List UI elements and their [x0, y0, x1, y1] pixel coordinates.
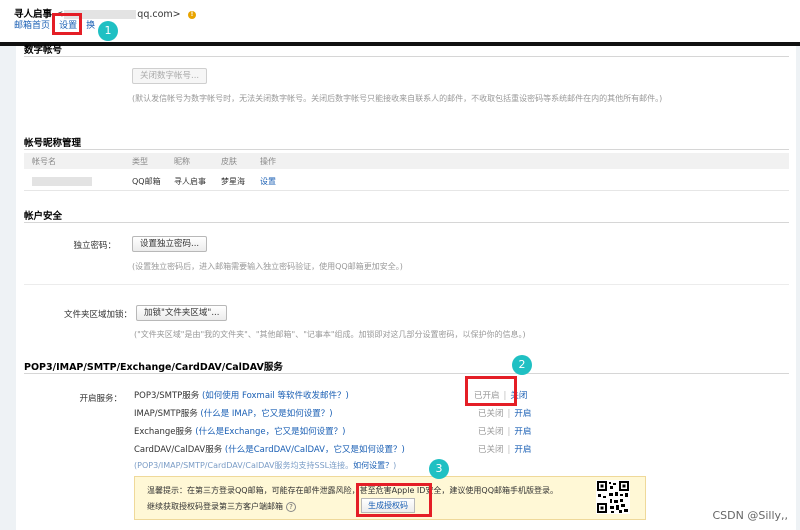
qr-code-icon [596, 480, 630, 514]
alias-title: 帐号昵称管理 [24, 138, 82, 149]
nav-sep: | [80, 21, 84, 31]
status-sep: | [507, 427, 511, 437]
service-help-link[interactable]: (什么是CardDAV/CalDAV，它又是如何设置？) [225, 445, 405, 455]
col-nickname: 昵称 [174, 157, 190, 166]
email-suffix: qq.com> [137, 9, 181, 20]
digital-account-title: 数字帐号 [24, 45, 63, 56]
alias-type: QQ邮箱 [132, 177, 161, 186]
service-status: 已关闭 [478, 445, 504, 455]
settings-content: 数字帐号 关闭数字帐号... (默认发信帐号为数字帐号时，无法关闭数字帐号。关闭… [0, 45, 800, 530]
alias-settings-link[interactable]: 设置 [260, 176, 276, 187]
alias-table-header: 帐号名 类型 昵称 皮肤 操作 [24, 153, 789, 169]
folder-lock-hint: ("文件夹区域"是由"我的文件夹"、"其他邮箱"、"记事本"组成。加锁即对这几部… [134, 330, 526, 339]
status-sep: | [507, 409, 511, 419]
folder-lock-label: 文件夹区域加锁： [63, 310, 132, 320]
col-skin: 皮肤 [221, 157, 237, 166]
account-blurred [32, 177, 92, 186]
service-help-link[interactable]: (如何使用 Foxmail 等软件收发邮件？) [202, 391, 349, 401]
enable-service-label: 开启服务： [79, 394, 122, 404]
nav-settings[interactable]: 设置 [59, 21, 77, 31]
security-title: 帐户安全 [24, 211, 63, 222]
tip-line-2-text: 继续获取授权码登录第三方客户端邮箱 [147, 502, 283, 511]
independent-password-hint: (设置独立密码后，进入邮箱需要输入独立密码验证，使用QQ邮箱更加安全。) [132, 262, 403, 271]
section-divider [24, 56, 789, 57]
lock-folder-area-button[interactable]: 加锁"文件夹区域"... [136, 305, 228, 321]
set-independent-password-button[interactable]: 设置独立密码... [132, 236, 208, 252]
nav-sep: | [53, 21, 57, 31]
col-account: 帐号名 [32, 157, 56, 166]
imap-smtp-status: 已关闭 | 开启 [478, 407, 531, 419]
service-status: 已开启 [474, 391, 500, 401]
imap-smtp-service: IMAP/SMTP服务 (什么是 IMAP，它又是如何设置？) [134, 407, 333, 419]
annotation-bubble-2: 2 [512, 355, 532, 375]
imap-smtp-open-link[interactable]: 开启 [514, 409, 531, 419]
alias-row: QQ邮箱 寻人启事 梦星海 设置 [24, 173, 789, 191]
service-status: 已关闭 [478, 409, 504, 419]
col-action: 操作 [260, 157, 276, 166]
close-digital-account-button[interactable]: 关闭数字帐号... [132, 68, 208, 84]
help-icon[interactable]: ? [286, 501, 296, 512]
col-type: 类型 [132, 157, 148, 166]
top-nav: 邮箱首页 | 设置 | 换 [14, 18, 95, 31]
nav-mail-home[interactable]: 邮箱首页 [14, 21, 50, 31]
carddav-caldav-status: 已关闭 | 开启 [478, 443, 531, 455]
exchange-status: 已关闭 | 开启 [478, 425, 531, 437]
carddav-caldav-service: CardDAV/CalDAV服务 (什么是CardDAV/CalDAV，它又是如… [134, 443, 405, 455]
annotation-bubble-1: 1 [98, 21, 118, 41]
ssl-howto-link[interactable]: 如何设置？ [353, 461, 393, 470]
independent-password-label: 独立密码： [73, 241, 116, 251]
alias-skin: 梦星海 [221, 177, 245, 186]
status-sep: | [507, 445, 511, 455]
section-divider [24, 284, 789, 285]
pop3-smtp-close-link[interactable]: 关闭 [510, 391, 527, 401]
nav-switch[interactable]: 换 [86, 21, 95, 31]
service-help-link[interactable]: (什么是 IMAP，它又是如何设置？) [200, 409, 332, 419]
exchange-service: Exchange服务 (什么是Exchange，它又是如何设置？) [134, 425, 345, 437]
account-settings-panel: 数字帐号 关闭数字帐号... (默认发信帐号为数字帐号时，无法关闭数字帐号。关闭… [16, 45, 796, 530]
ssl-note-text: (POP3/IMAP/SMTP/CardDAV/CalDAV服务均支持SSL连接… [134, 461, 354, 470]
service-name: CardDAV/CalDAV服务 [134, 445, 223, 455]
alias-nickname: 寻人启事 [174, 177, 206, 186]
services-title: POP3/IMAP/SMTP/Exchange/CardDAV/CalDAV服务 [24, 362, 283, 373]
watermark: CSDN @Silly,, [712, 509, 788, 522]
tip-line-2: 继续获取授权码登录第三方客户端邮箱? [147, 501, 296, 512]
service-help-link[interactable]: (什么是Exchange，它又是如何设置？) [195, 427, 345, 437]
warning-icon[interactable]: ! [187, 10, 196, 19]
ssl-note-close: ) [393, 461, 397, 470]
service-status: 已关闭 [478, 427, 504, 437]
exchange-open-link[interactable]: 开启 [514, 427, 531, 437]
tip-line-1: 温馨提示：在第三方登录QQ邮箱，可能存在邮件泄露风险，甚至危害Apple ID安… [147, 486, 559, 495]
service-name: IMAP/SMTP服务 [134, 409, 198, 419]
section-divider [24, 373, 789, 374]
digital-account-hint: (默认发信帐号为数字帐号时，无法关闭数字帐号。关闭后数字帐号只能接收来自联系人的… [132, 94, 663, 103]
top-header: 寻人启事 < qq.com> ! 邮箱首页 | 设置 | 换 [0, 0, 800, 42]
annotation-bubble-3: 3 [429, 459, 449, 479]
generate-auth-code-button[interactable]: 生成授权码 [361, 498, 415, 513]
service-name: POP3/SMTP服务 [134, 391, 200, 401]
tip-box: 温馨提示：在第三方登录QQ邮箱，可能存在邮件泄露风险，甚至危害Apple ID安… [134, 476, 646, 520]
status-sep: | [503, 391, 507, 401]
section-divider [24, 149, 789, 150]
pop3-smtp-status: 已开启 | 关闭 [474, 389, 527, 401]
carddav-caldav-open-link[interactable]: 开启 [514, 445, 531, 455]
ssl-note: (POP3/IMAP/SMTP/CardDAV/CalDAV服务均支持SSL连接… [134, 460, 396, 471]
service-name: Exchange服务 [134, 427, 193, 437]
section-divider [24, 222, 789, 223]
pop3-smtp-service: POP3/SMTP服务 (如何使用 Foxmail 等软件收发邮件？) [134, 389, 349, 401]
